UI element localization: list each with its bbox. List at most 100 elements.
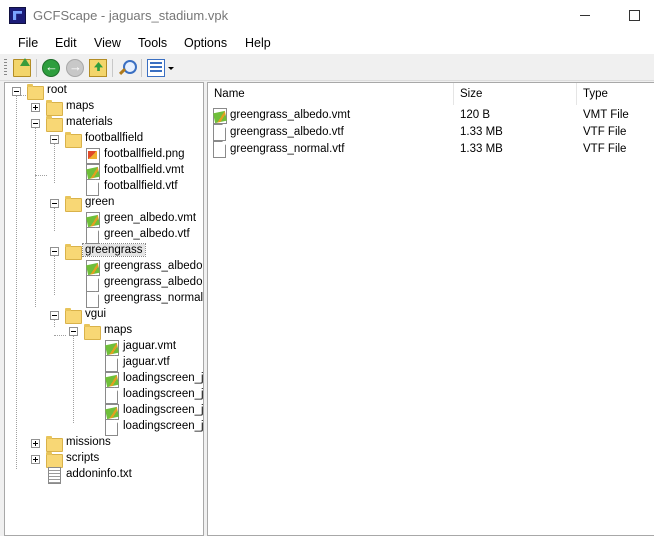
folder-icon: [46, 99, 63, 116]
file-row[interactable]: greengrass_albedo.vmt 120 B VMT File: [208, 107, 654, 124]
file-name: greengrass_albedo.vmt: [230, 109, 351, 121]
tree-label: greengrass_albedo.v: [104, 276, 204, 288]
expand-icon[interactable]: [31, 103, 40, 112]
tree-node-jaguar-vtf[interactable]: jaguar.vtf: [5, 355, 201, 371]
tree-label: loadingscreen_ja: [123, 404, 204, 416]
folder-icon: [46, 435, 63, 452]
file-icon: [85, 179, 99, 195]
tree-label: loadingscreen_ja: [123, 372, 204, 384]
folder-icon: [27, 83, 44, 100]
collapse-icon[interactable]: [12, 87, 21, 96]
tree-node-footballfield-vmt[interactable]: footballfield.vmt: [5, 163, 201, 180]
menu-edit[interactable]: Edit: [55, 36, 77, 50]
tree-node-loadingscreen-2[interactable]: loadingscreen_ja: [5, 387, 204, 403]
find-icon[interactable]: [118, 59, 137, 77]
file-icon: [104, 419, 118, 435]
maximize-button[interactable]: [614, 0, 654, 31]
tree-node-green[interactable]: green: [5, 195, 201, 212]
folder-icon: [65, 243, 82, 260]
tree-node-vgui-maps[interactable]: maps: [5, 323, 201, 340]
tree-label: greengrass: [82, 243, 146, 257]
tree-node-greengrass-albedo-vtf[interactable]: greengrass_albedo.v: [5, 275, 204, 291]
toolbar-separator: [112, 59, 113, 77]
folder-icon: [65, 195, 82, 212]
tree-node-scripts[interactable]: scripts: [5, 451, 201, 468]
tree-label: footballfield.png: [104, 148, 185, 160]
tree-node-loadingscreen-4[interactable]: loadingscreen_ja: [5, 419, 203, 435]
tree-node-root[interactable]: root: [5, 83, 201, 100]
tree-node-footballfield-vtf[interactable]: footballfield.vtf: [5, 179, 201, 195]
tree-node-maps[interactable]: maps: [5, 99, 201, 116]
tree-label: loadingscreen_ja: [123, 388, 204, 400]
column-header-type[interactable]: Type: [577, 83, 654, 105]
tree-node-addoninfo[interactable]: addoninfo.txt: [5, 467, 201, 484]
tree-label: greengrass_albedo.v: [104, 260, 204, 272]
tree-node-vgui[interactable]: vgui: [5, 307, 201, 324]
menu-options[interactable]: Options: [184, 36, 227, 50]
menu-tools[interactable]: Tools: [138, 36, 167, 50]
column-header-name[interactable]: Name: [208, 83, 454, 105]
forward-icon[interactable]: [66, 59, 84, 77]
file-row[interactable]: greengrass_normal.vtf 1.33 MB VTF File: [208, 141, 654, 158]
collapse-icon[interactable]: [50, 199, 59, 208]
tree-label: addoninfo.txt: [66, 468, 132, 480]
tree-label: jaguar.vtf: [123, 356, 170, 368]
menu-help[interactable]: Help: [245, 36, 271, 50]
tree-node-greengrass-albedo-vmt[interactable]: greengrass_albedo.v: [5, 259, 204, 276]
tree-label: vgui: [85, 308, 107, 320]
text-file-icon: [47, 467, 61, 484]
collapse-icon[interactable]: [31, 119, 40, 128]
tree-label: green_albedo.vtf: [104, 228, 190, 240]
tree-node-green-albedo-vmt[interactable]: green_albedo.vmt: [5, 211, 201, 228]
vmt-file-icon: [104, 371, 119, 388]
tree-label: footballfield.vtf: [104, 180, 178, 192]
vmt-file-icon: [104, 403, 119, 420]
tree-node-missions[interactable]: missions: [5, 435, 201, 452]
tree-node-materials[interactable]: materials: [5, 115, 201, 132]
chevron-down-icon[interactable]: [168, 67, 174, 70]
expand-icon[interactable]: [31, 439, 40, 448]
vmt-file-icon: [85, 163, 100, 180]
tree-label: footballfield: [85, 132, 144, 144]
tree-node-greengrass[interactable]: greengrass: [5, 243, 201, 260]
tree-node-green-albedo-vtf[interactable]: green_albedo.vtf: [5, 227, 201, 243]
tree-node-greengrass-normal-vtf[interactable]: greengrass_normal.v: [5, 291, 204, 307]
vmt-file-icon: [212, 107, 227, 124]
vmt-file-icon: [85, 211, 100, 228]
open-icon[interactable]: [13, 59, 31, 77]
back-icon[interactable]: [42, 59, 60, 77]
view-mode-icon[interactable]: [147, 59, 165, 77]
collapse-icon[interactable]: [50, 247, 59, 256]
folder-icon: [65, 131, 82, 148]
window-title: GCFScape - jaguars_stadium.vpk: [33, 8, 229, 23]
minimize-button[interactable]: [562, 0, 608, 31]
toolbar-grip[interactable]: [4, 59, 7, 77]
tree-label: greengrass_normal.v: [104, 292, 204, 304]
toolbar-separator: [141, 59, 142, 77]
expand-icon[interactable]: [31, 455, 40, 464]
toolbar: [0, 54, 654, 81]
tree-node-loadingscreen-3[interactable]: loadingscreen_ja: [5, 403, 204, 420]
folder-tree[interactable]: root maps materials footballfield footba…: [4, 82, 204, 536]
file-list[interactable]: Name Size Type greengrass_albedo.vmt 120…: [207, 82, 654, 536]
menu-view[interactable]: View: [94, 36, 121, 50]
tree-node-jaguar-vmt[interactable]: jaguar.vmt: [5, 339, 201, 356]
toolbar-separator: [36, 59, 37, 77]
collapse-icon[interactable]: [50, 311, 59, 320]
folder-icon: [46, 451, 63, 468]
tree-node-loadingscreen-1[interactable]: loadingscreen_ja: [5, 371, 204, 388]
collapse-icon[interactable]: [50, 135, 59, 144]
tree-label: jaguar.vmt: [123, 340, 177, 352]
title-bar: GCFScape - jaguars_stadium.vpk: [0, 0, 654, 31]
menu-file[interactable]: File: [18, 36, 38, 50]
folder-icon: [46, 115, 63, 132]
up-folder-icon[interactable]: [89, 59, 107, 77]
column-header-size[interactable]: Size: [454, 83, 577, 105]
file-row[interactable]: greengrass_albedo.vtf 1.33 MB VTF File: [208, 124, 654, 141]
app-icon: [9, 7, 26, 24]
collapse-icon[interactable]: [69, 327, 78, 336]
file-icon: [85, 275, 99, 291]
tree-node-footballfield-png[interactable]: footballfield.png: [5, 147, 201, 164]
tree-node-footballfield[interactable]: footballfield: [5, 131, 201, 148]
file-size: 1.33 MB: [460, 126, 503, 138]
